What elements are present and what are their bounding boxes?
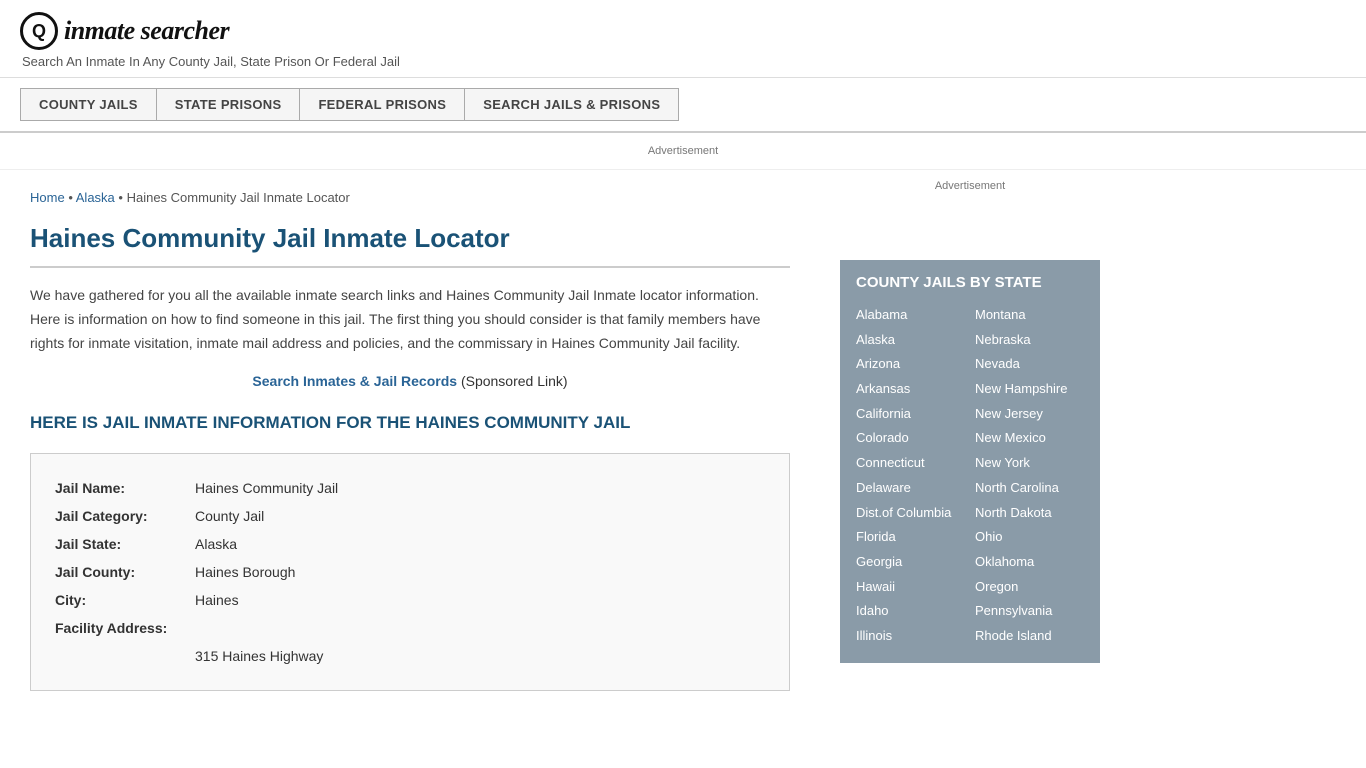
states-col1: AlabamaAlaskaArizonaArkansasCaliforniaCo… <box>856 303 965 649</box>
jail-category-value: County Jail <box>195 502 264 530</box>
federal-prisons-nav-button[interactable]: FEDERAL PRISONS <box>300 88 465 121</box>
jail-city-row: City: Haines <box>55 586 765 614</box>
breadcrumb-state-link[interactable]: Alaska <box>76 190 115 205</box>
state-link[interactable]: Dist.of Columbia <box>856 501 965 526</box>
jail-county-label: Jail County: <box>55 558 195 586</box>
jail-address-label: Facility Address: <box>55 614 195 642</box>
county-jails-by-state-title: COUNTY JAILS BY STATE <box>856 274 1084 291</box>
state-link[interactable]: New Mexico <box>975 426 1084 451</box>
state-link[interactable]: California <box>856 402 965 427</box>
jail-county-row: Jail County: Haines Borough <box>55 558 765 586</box>
jail-info-box: Jail Name: Haines Community Jail Jail Ca… <box>30 453 790 691</box>
state-link[interactable]: Pennsylvania <box>975 599 1084 624</box>
header: Q inmate searcher Search An Inmate In An… <box>0 0 1366 78</box>
logo-icon: Q <box>20 12 58 50</box>
county-jails-by-state-box: COUNTY JAILS BY STATE AlabamaAlaskaArizo… <box>840 260 1100 663</box>
jail-address-value: 315 Haines Highway <box>195 642 323 670</box>
main-layout: Home • Alaska • Haines Community Jail In… <box>0 170 1366 711</box>
sponsored-note: (Sponsored Link) <box>461 373 568 389</box>
breadcrumb-current: Haines Community Jail Inmate Locator <box>127 190 350 205</box>
state-link[interactable]: Alaska <box>856 328 965 353</box>
state-link[interactable]: Arizona <box>856 352 965 377</box>
state-link[interactable]: Idaho <box>856 599 965 624</box>
state-link[interactable]: New Hampshire <box>975 377 1084 402</box>
state-link[interactable]: New Jersey <box>975 402 1084 427</box>
sponsored-link[interactable]: Search Inmates & Jail Records <box>252 373 457 389</box>
state-link[interactable]: Nebraska <box>975 328 1084 353</box>
jail-name-label: Jail Name: <box>55 474 195 502</box>
jail-county-value: Haines Borough <box>195 558 295 586</box>
state-link[interactable]: Nevada <box>975 352 1084 377</box>
sponsored-link-area: Search Inmates & Jail Records (Sponsored… <box>30 373 790 389</box>
state-link[interactable]: New York <box>975 451 1084 476</box>
jail-state-row: Jail State: Alaska <box>55 530 765 558</box>
state-link[interactable]: Montana <box>975 303 1084 328</box>
breadcrumb-separator1: • <box>68 190 75 205</box>
state-link[interactable]: Alabama <box>856 303 965 328</box>
logo-text: inmate searcher <box>64 16 229 46</box>
state-link[interactable]: Connecticut <box>856 451 965 476</box>
state-link[interactable]: Hawaii <box>856 575 965 600</box>
jail-name-value: Haines Community Jail <box>195 474 338 502</box>
state-prisons-nav-button[interactable]: STATE PRISONS <box>157 88 301 121</box>
jail-address-row: Facility Address: <box>55 614 765 642</box>
page-title: Haines Community Jail Inmate Locator <box>30 223 790 268</box>
jail-state-label: Jail State: <box>55 530 195 558</box>
jail-state-value: Alaska <box>195 530 237 558</box>
search-jails-nav-button[interactable]: SEARCH JAILS & PRISONS <box>465 88 679 121</box>
jail-category-label: Jail Category: <box>55 502 195 530</box>
states-col2: MontanaNebraskaNevadaNew HampshireNew Je… <box>975 303 1084 649</box>
state-link[interactable]: Oregon <box>975 575 1084 600</box>
jail-name-row: Jail Name: Haines Community Jail <box>55 474 765 502</box>
state-link[interactable]: Colorado <box>856 426 965 451</box>
logo-area: Q inmate searcher <box>20 12 1346 50</box>
state-link[interactable]: Delaware <box>856 476 965 501</box>
nav-bar: COUNTY JAILS STATE PRISONS FEDERAL PRISO… <box>0 78 1366 133</box>
main-content: Home • Alaska • Haines Community Jail In… <box>0 170 820 711</box>
info-heading: HERE IS JAIL INMATE INFORMATION FOR THE … <box>30 411 790 435</box>
states-grid: AlabamaAlaskaArizonaArkansasCaliforniaCo… <box>856 303 1084 649</box>
breadcrumb: Home • Alaska • Haines Community Jail In… <box>30 190 790 205</box>
sidebar-ad: Advertisement <box>840 180 1100 240</box>
description: We have gathered for you all the availab… <box>30 284 790 355</box>
jail-address-value-row: 315 Haines Highway <box>55 642 765 670</box>
state-link[interactable]: Ohio <box>975 525 1084 550</box>
jail-city-value: Haines <box>195 586 239 614</box>
jail-category-row: Jail Category: County Jail <box>55 502 765 530</box>
state-link[interactable]: North Carolina <box>975 476 1084 501</box>
jail-city-label: City: <box>55 586 195 614</box>
state-link[interactable]: Georgia <box>856 550 965 575</box>
state-link[interactable]: Rhode Island <box>975 624 1084 649</box>
ad-banner: Advertisement <box>0 133 1366 170</box>
breadcrumb-home-link[interactable]: Home <box>30 190 65 205</box>
state-link[interactable]: Oklahoma <box>975 550 1084 575</box>
state-link[interactable]: North Dakota <box>975 501 1084 526</box>
state-link[interactable]: Florida <box>856 525 965 550</box>
county-jails-nav-button[interactable]: COUNTY JAILS <box>20 88 157 121</box>
tagline: Search An Inmate In Any County Jail, Sta… <box>20 54 1346 69</box>
state-link[interactable]: Illinois <box>856 624 965 649</box>
breadcrumb-separator2: • <box>118 190 126 205</box>
state-link[interactable]: Arkansas <box>856 377 965 402</box>
sidebar: Advertisement COUNTY JAILS BY STATE Alab… <box>820 170 1120 711</box>
